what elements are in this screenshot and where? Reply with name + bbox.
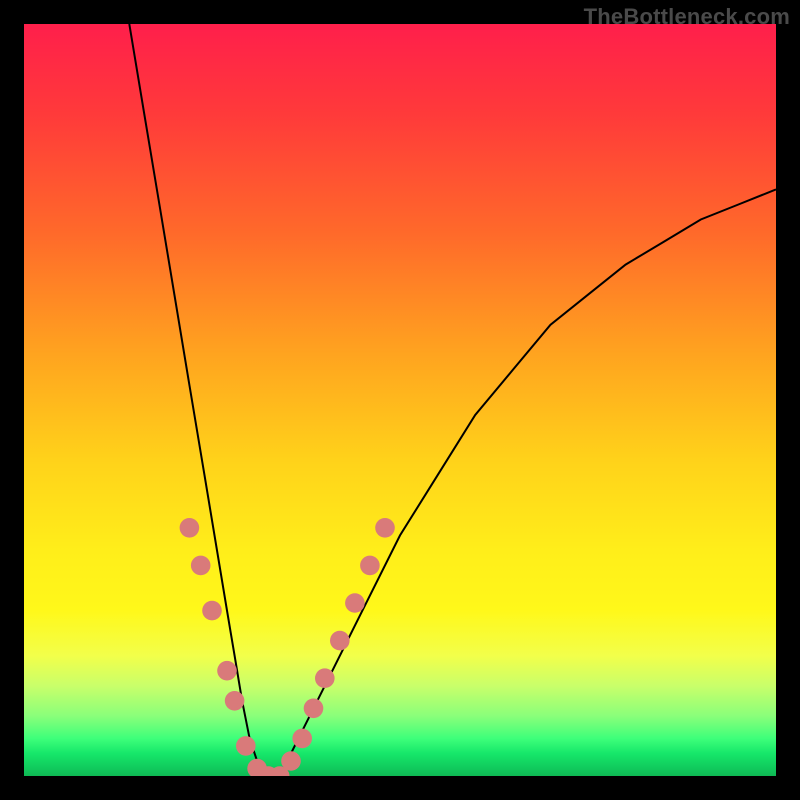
- marker-group: [180, 518, 395, 776]
- watermark-text: TheBottleneck.com: [584, 4, 790, 30]
- chart-frame: TheBottleneck.com: [0, 0, 800, 800]
- chart-svg: [24, 24, 776, 776]
- marker-dot: [345, 593, 365, 613]
- marker-dot: [225, 691, 245, 711]
- marker-dot: [191, 556, 211, 576]
- marker-dot: [360, 556, 380, 576]
- marker-dot: [304, 699, 324, 719]
- marker-dot: [202, 601, 222, 621]
- marker-dot: [292, 729, 312, 749]
- marker-dot: [315, 668, 335, 688]
- marker-dot: [236, 736, 256, 756]
- marker-dot: [217, 661, 237, 681]
- marker-dot: [281, 751, 301, 771]
- marker-dot: [330, 631, 350, 651]
- chart-plot-area: [24, 24, 776, 776]
- marker-dot: [375, 518, 395, 538]
- marker-dot: [180, 518, 200, 538]
